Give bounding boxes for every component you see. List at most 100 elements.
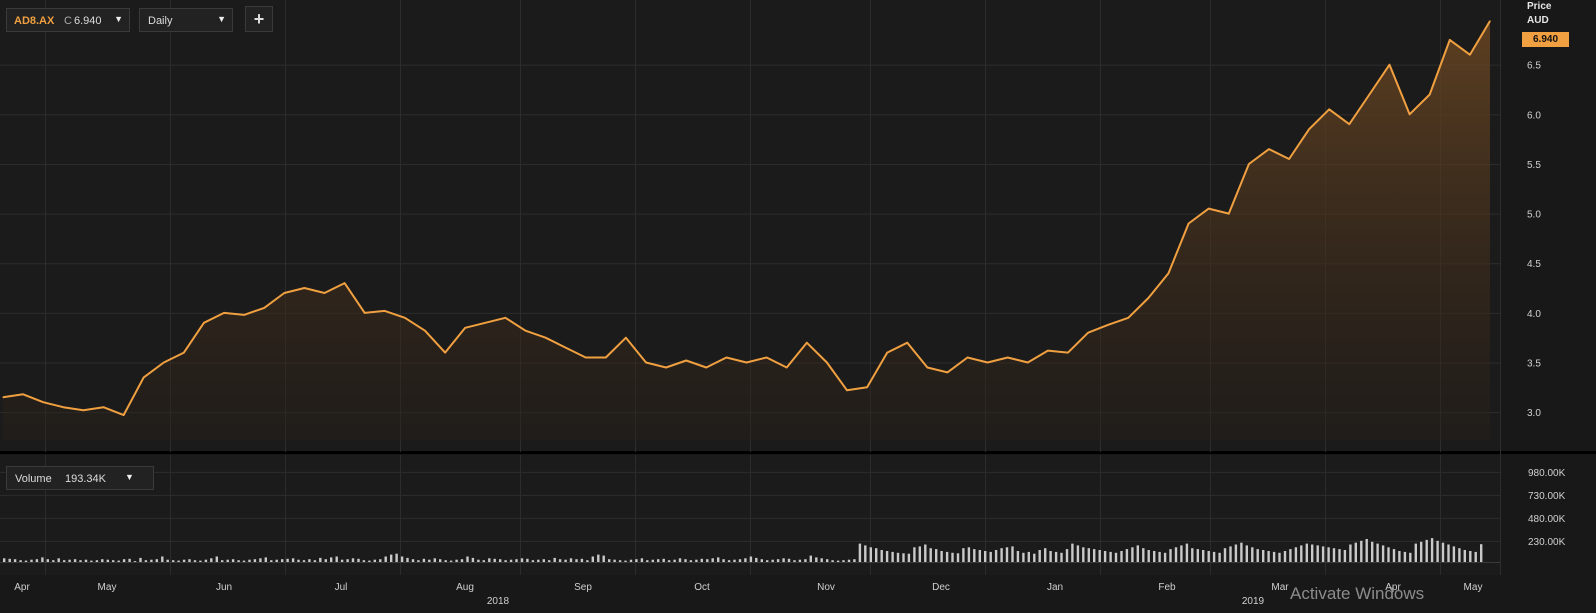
volume-bar — [335, 556, 338, 562]
month-label: Oct — [694, 582, 710, 593]
volume-bar — [1316, 545, 1319, 562]
chevron-down-icon[interactable]: ▼ — [217, 14, 226, 24]
price-point — [344, 282, 346, 284]
volume-bar — [613, 559, 616, 562]
price-point — [1368, 93, 1370, 96]
volume-bar — [1049, 551, 1052, 562]
volume-bar — [891, 551, 894, 562]
volume-bar — [161, 556, 164, 562]
volume-bar — [1354, 542, 1357, 562]
volume-bar — [951, 552, 954, 562]
volume-bar — [602, 555, 605, 562]
volume-bar — [1403, 551, 1407, 562]
volume-tick-label: 980.00K — [1528, 468, 1566, 479]
volume-bar — [956, 553, 960, 562]
volume-bar — [1223, 548, 1227, 562]
volume-bar — [782, 558, 785, 562]
volume-bar — [1120, 551, 1123, 562]
volume-bar — [1376, 543, 1379, 562]
volume-bar — [651, 559, 654, 562]
volume-bar — [520, 558, 524, 562]
volume-bar — [79, 560, 82, 562]
price-point — [1127, 317, 1129, 319]
chevron-down-icon[interactable]: ▼ — [125, 472, 134, 482]
year-label: 2018 — [487, 596, 510, 607]
volume-bar — [1474, 551, 1477, 562]
volume-bar — [1174, 547, 1178, 562]
volume-bar — [896, 552, 900, 562]
volume-bar — [1093, 549, 1096, 562]
volume-bar — [368, 560, 371, 562]
volume-bar — [1065, 549, 1069, 562]
volume-bar — [379, 559, 382, 562]
volume-bar — [182, 559, 186, 562]
volume-bar — [264, 557, 267, 562]
volume-bar — [526, 558, 529, 562]
price-point — [1167, 272, 1170, 274]
symbol-label: AD8.AX — [14, 15, 55, 27]
price-point — [685, 359, 687, 362]
volume-bar — [477, 559, 480, 562]
price-tick-label: 6.5 — [1527, 61, 1541, 72]
period-dropdown[interactable]: Daily ▼ — [139, 8, 233, 32]
volume-bar — [994, 550, 998, 562]
price-point — [906, 342, 908, 344]
volume-bar — [918, 546, 921, 562]
volume-bar — [1011, 546, 1014, 562]
price-point — [1047, 350, 1049, 352]
price-point — [524, 330, 527, 332]
price-tick-label: 3.5 — [1527, 359, 1541, 370]
price-point — [866, 386, 868, 388]
volume-bar — [809, 555, 812, 562]
volume-bar — [1033, 553, 1036, 562]
volume-bar — [221, 560, 224, 562]
volume-bar — [1202, 550, 1205, 562]
volume-bar — [411, 559, 415, 562]
volume-bar — [1480, 544, 1483, 562]
volume-bar — [1180, 545, 1183, 562]
price-point — [1107, 324, 1109, 326]
volume-selector[interactable]: Volume 193.34K ▼ — [6, 466, 154, 490]
volume-bar — [804, 559, 807, 562]
add-indicator-button[interactable]: + — [245, 6, 273, 32]
volume-bar — [73, 559, 77, 562]
price-point — [585, 356, 587, 359]
volume-bar — [504, 560, 507, 562]
volume-bar — [428, 559, 431, 562]
volume-bar — [482, 560, 485, 562]
volume-bar — [172, 560, 175, 562]
price-point — [203, 322, 205, 324]
volume-bar — [302, 560, 306, 562]
volume-bar — [46, 559, 49, 562]
price-point — [705, 366, 707, 369]
price-point — [786, 366, 788, 369]
volume-bar — [635, 559, 638, 562]
volume-bar — [907, 553, 911, 562]
volume-bar — [913, 547, 916, 562]
volume-bar — [1392, 549, 1396, 562]
volume-bar — [1283, 551, 1287, 562]
volume-bar — [1103, 551, 1107, 562]
volume-bar — [537, 559, 540, 562]
volume-bar — [1109, 551, 1112, 562]
price-tick-label: 6.0 — [1527, 110, 1541, 121]
volume-bar — [1196, 549, 1199, 562]
volume-bar — [1234, 544, 1238, 562]
volume-bar — [984, 551, 987, 562]
volume-bar — [1360, 540, 1363, 562]
volume-bar — [57, 558, 60, 562]
currency-label: AUD — [1527, 15, 1549, 26]
month-label: Apr — [14, 582, 30, 593]
volume-bar — [826, 559, 829, 562]
chevron-down-icon[interactable]: ▼ — [114, 14, 123, 24]
price-point — [645, 361, 647, 364]
volume-bar — [608, 559, 611, 562]
volume-bar — [1060, 552, 1063, 562]
activate-windows-watermark: Activate Windows — [1290, 584, 1425, 603]
price-point — [1027, 361, 1029, 364]
volume-bar — [439, 559, 442, 562]
price-point — [1288, 158, 1290, 160]
chart-svg: 6.5 6.0 5.5 5.0 4.5 4.0 3.5 3.0 980.00K 730.00K 4… — [0, 0, 1596, 608]
symbol-selector[interactable]: AD8.AX C 6.940 ▼ — [6, 8, 130, 32]
volume-bar — [1294, 547, 1298, 562]
